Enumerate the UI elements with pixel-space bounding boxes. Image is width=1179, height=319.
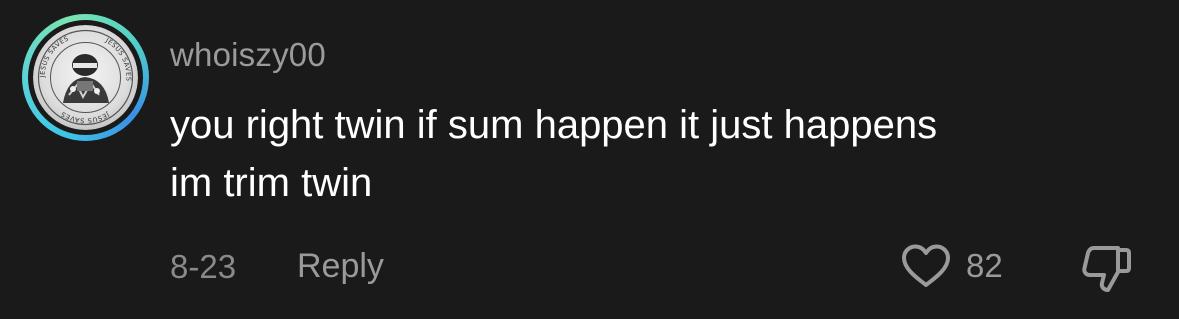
comment-text-line-1: you right twin if sum happen it just hap…: [170, 103, 938, 147]
comment-text-line-2: im trim twin: [170, 161, 373, 205]
comment-username[interactable]: whoiszy00: [170, 36, 326, 74]
avatar-image: JESUS SAVES JESUS SAVES JESUS SAVES: [33, 25, 138, 130]
like-button[interactable]: 82: [900, 240, 1003, 292]
comment-item: JESUS SAVES JESUS SAVES JESUS SAVES whoi…: [0, 0, 1179, 319]
avatar[interactable]: JESUS SAVES JESUS SAVES JESUS SAVES: [22, 14, 149, 141]
comment-date: 8-23: [170, 248, 237, 285]
reply-button[interactable]: Reply: [297, 247, 384, 286]
like-count: 82: [966, 247, 1003, 284]
comment-text: you right twin if sum happen it just hap…: [170, 96, 1130, 212]
heart-icon: [902, 244, 950, 287]
avatar-coin-image: JESUS SAVES JESUS SAVES JESUS SAVES: [33, 25, 138, 130]
thumbs-down-icon: [1082, 246, 1131, 292]
dislike-button[interactable]: [1078, 242, 1134, 294]
